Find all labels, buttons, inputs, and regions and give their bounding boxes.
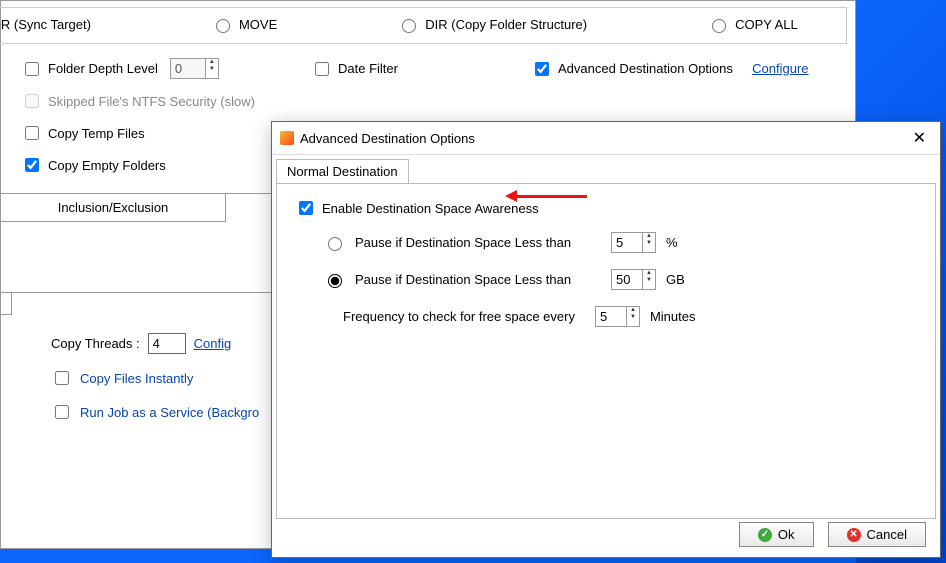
spinner-buttons[interactable]: ▲▼ (642, 233, 655, 252)
gb-unit: GB (666, 272, 685, 287)
mode-dir-label: DIR (Copy Folder Structure) (425, 17, 587, 32)
mode-move-radio[interactable] (216, 19, 230, 33)
percent-spinner[interactable]: ▲▼ (611, 232, 656, 253)
cancel-icon: ✕ (847, 528, 861, 542)
enable-space-awareness[interactable]: Enable Destination Space Awareness (295, 198, 917, 218)
copy-temp-option[interactable]: Copy Temp Files (21, 123, 311, 143)
enable-space-checkbox[interactable] (299, 201, 313, 215)
run-service-label: Run Job as a Service (Backgro (80, 405, 259, 420)
copy-temp-checkbox[interactable] (25, 126, 39, 140)
copy-threads-label: Copy Threads : (51, 336, 140, 351)
folder-depth-spinner[interactable]: ▲▼ (170, 58, 219, 79)
skipped-ntfs-label: Skipped File's NTFS Security (slow) (48, 94, 255, 109)
date-filter-option[interactable]: Date Filter (311, 59, 531, 79)
copy-threads-config-link[interactable]: Config (194, 336, 232, 351)
configure-link[interactable]: Configure (752, 61, 808, 76)
dialog-title-text: Advanced Destination Options (300, 131, 475, 146)
cancel-label: Cancel (867, 527, 907, 542)
pause-percent-radio[interactable] (328, 237, 342, 251)
mode-copyall-label: COPY ALL (735, 17, 798, 32)
app-icon (280, 131, 294, 145)
dialog-tabstrip: Normal Destination (272, 155, 940, 183)
frequency-spinner[interactable]: ▲▼ (595, 306, 640, 327)
mode-dir[interactable]: DIR (Copy Folder Structure) (397, 16, 587, 33)
mode-move[interactable]: MOVE (211, 16, 277, 33)
date-filter-checkbox[interactable] (315, 62, 329, 76)
skipped-ntfs-checkbox (25, 94, 39, 108)
tab-label: Normal Destination (287, 164, 398, 179)
pause-gb-row: Pause if Destination Space Less than ▲▼ … (323, 269, 917, 290)
gb-spinner[interactable]: ▲▼ (611, 269, 656, 290)
mode-dir-radio[interactable] (402, 19, 416, 33)
enable-space-label: Enable Destination Space Awareness (322, 201, 539, 216)
mode-rror[interactable]: RROR (Sync Target) (0, 17, 91, 32)
pause-percent-label: Pause if Destination Space Less than (355, 235, 601, 250)
spinner-buttons[interactable]: ▲▼ (642, 270, 655, 289)
dialog-titlebar: Advanced Destination Options ✕ (272, 122, 940, 155)
percent-value[interactable] (612, 233, 642, 252)
folder-depth-option[interactable]: Folder Depth Level ▲▼ (21, 58, 311, 79)
run-service-checkbox[interactable] (55, 405, 69, 419)
copy-empty-option[interactable]: Copy Empty Folders (21, 155, 311, 175)
tab-normal-destination[interactable]: Normal Destination (276, 159, 409, 183)
inclusion-exclusion-tab[interactable]: Inclusion/Exclusion (0, 194, 226, 222)
dialog-button-row: ✓ Ok ✕ Cancel (739, 522, 926, 547)
copy-mode-row: RROR (Sync Target) MOVE DIR (Copy Folder… (0, 7, 847, 44)
copy-instantly-checkbox[interactable] (55, 371, 69, 385)
folder-depth-checkbox[interactable] (25, 62, 39, 76)
pause-percent-row: Pause if Destination Space Less than ▲▼ … (323, 232, 917, 253)
adv-dest-dialog: Advanced Destination Options ✕ Normal De… (271, 121, 941, 558)
adv-dest-label: Advanced Destination Options (558, 61, 733, 76)
adv-dest-checkbox[interactable] (535, 62, 549, 76)
percent-unit: % (666, 235, 678, 250)
ok-button[interactable]: ✓ Ok (739, 522, 814, 547)
frequency-label: Frequency to check for free space every (343, 309, 585, 324)
pause-gb-label: Pause if Destination Space Less than (355, 272, 601, 287)
dialog-body: Enable Destination Space Awareness Pause… (276, 183, 936, 519)
annotation-arrow (505, 190, 587, 202)
spinner-buttons[interactable]: ▲▼ (205, 59, 218, 78)
spinner-buttons[interactable]: ▲▼ (626, 307, 639, 326)
close-icon[interactable]: ✕ (907, 128, 932, 148)
folder-depth-value[interactable] (171, 59, 205, 78)
mode-move-label: MOVE (239, 17, 277, 32)
check-icon: ✓ (758, 528, 772, 542)
mode-rror-label: RROR (Sync Target) (0, 17, 91, 32)
pause-gb-radio[interactable] (328, 274, 342, 288)
tab-stub (0, 293, 12, 315)
copy-empty-checkbox[interactable] (25, 158, 39, 172)
copy-threads-input[interactable] (148, 333, 186, 354)
frequency-value[interactable] (596, 307, 626, 326)
frequency-row: Frequency to check for free space every … (343, 306, 917, 327)
skipped-ntfs-option: Skipped File's NTFS Security (slow) (21, 91, 311, 111)
adv-dest-option: Advanced Destination Options Configure (531, 59, 847, 79)
mode-copyall-radio[interactable] (712, 19, 726, 33)
date-filter-label: Date Filter (338, 61, 398, 76)
ok-label: Ok (778, 527, 795, 542)
arrow-head-icon (505, 190, 517, 202)
gb-value[interactable] (612, 270, 642, 289)
copy-instantly-label: Copy Files Instantly (80, 371, 193, 386)
folder-depth-label: Folder Depth Level (48, 61, 158, 76)
copy-temp-label: Copy Temp Files (48, 126, 145, 141)
minutes-unit: Minutes (650, 309, 696, 324)
copy-empty-label: Copy Empty Folders (48, 158, 166, 173)
mode-copyall[interactable]: COPY ALL (707, 16, 798, 33)
inclusion-exclusion-label: Inclusion/Exclusion (58, 200, 169, 215)
cancel-button[interactable]: ✕ Cancel (828, 522, 926, 547)
